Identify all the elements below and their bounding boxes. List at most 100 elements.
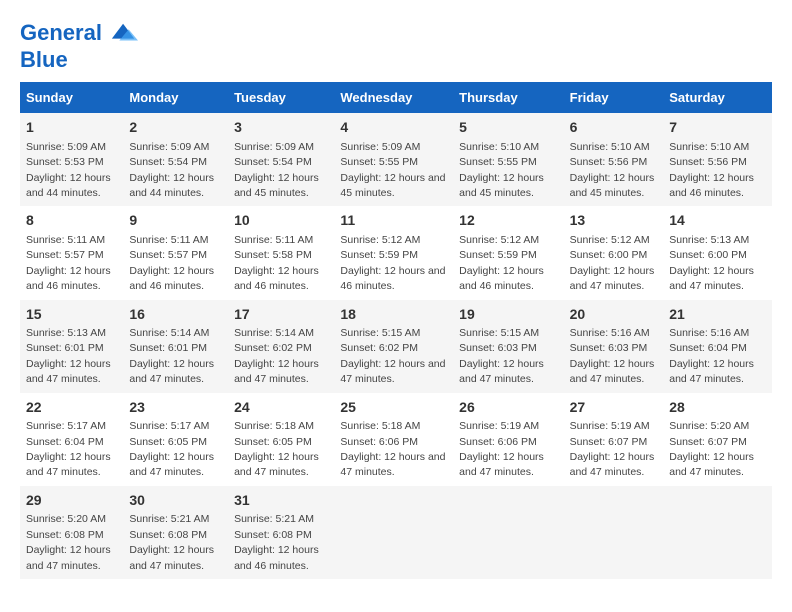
sunrise: Sunrise: 5:16 AM xyxy=(669,327,749,339)
sunset: Sunset: 6:04 PM xyxy=(26,436,104,448)
sunset: Sunset: 6:03 PM xyxy=(570,342,648,354)
day-cell: 1Sunrise: 5:09 AMSunset: 5:53 PMDaylight… xyxy=(20,113,123,206)
day-cell: 9Sunrise: 5:11 AMSunset: 5:57 PMDaylight… xyxy=(123,206,228,299)
week-row-1: 1Sunrise: 5:09 AMSunset: 5:53 PMDaylight… xyxy=(20,113,772,206)
day-cell: 4 Sunrise: 5:09 AM Sunset: 5:55 PM Daylight… xyxy=(334,113,453,206)
daylight: Daylight: 12 hours and 47 minutes. xyxy=(234,451,319,478)
day-cell xyxy=(663,486,772,579)
sunrise: Sunrise: 5:15 AM xyxy=(459,327,539,339)
sunrise: Sunrise: 5:10 AM xyxy=(570,141,650,153)
sunrise: Sunrise: 5:09 AM xyxy=(26,141,106,153)
sunset: Sunset: 6:01 PM xyxy=(129,342,207,354)
sunrise: Sunrise: 5:21 AM xyxy=(129,513,209,525)
day-cell: 7Sunrise: 5:10 AMSunset: 5:56 PMDaylight… xyxy=(663,113,772,206)
day-number: 8 xyxy=(26,211,117,231)
daylight: Daylight: 12 hours and 47 minutes. xyxy=(340,451,445,478)
daylight: Daylight: 12 hours and 45 minutes. xyxy=(340,172,445,199)
sunset: Sunset: 6:01 PM xyxy=(26,342,104,354)
sunset: Sunset: 5:56 PM xyxy=(669,156,747,168)
day-number: 17 xyxy=(234,305,328,325)
day-number: 6 xyxy=(570,118,658,138)
sunrise: Sunrise: 5:18 AM xyxy=(340,420,420,432)
sunset: Sunset: 5:59 PM xyxy=(459,249,537,261)
week-row-5: 29Sunrise: 5:20 AMSunset: 6:08 PMDayligh… xyxy=(20,486,772,579)
daylight: Daylight: 12 hours and 47 minutes. xyxy=(234,358,319,385)
day-cell: 31Sunrise: 5:21 AMSunset: 6:08 PMDayligh… xyxy=(228,486,334,579)
sunset: Sunset: 6:08 PM xyxy=(234,529,312,541)
sunset: Sunset: 6:05 PM xyxy=(234,436,312,448)
sunset: Sunset: 6:04 PM xyxy=(669,342,747,354)
day-number: 7 xyxy=(669,118,766,138)
sunrise: Sunrise: 5:20 AM xyxy=(669,420,749,432)
sunrise: Sunrise: 5:10 AM xyxy=(669,141,749,153)
day-cell: 23Sunrise: 5:17 AMSunset: 6:05 PMDayligh… xyxy=(123,393,228,486)
sunrise: Sunrise: 5:09 AM xyxy=(129,141,209,153)
sunrise: Sunrise: 5:12 AM xyxy=(340,234,420,246)
sunset: Sunset: 5:57 PM xyxy=(26,249,104,261)
sunset: Sunset: 5:54 PM xyxy=(129,156,207,168)
daylight: Daylight: 12 hours and 47 minutes. xyxy=(669,265,754,292)
day-cell xyxy=(453,486,563,579)
day-number: 12 xyxy=(459,211,557,231)
day-cell: 8Sunrise: 5:11 AMSunset: 5:57 PMDaylight… xyxy=(20,206,123,299)
logo-text-blue: Blue xyxy=(20,48,138,72)
sunrise: Sunrise: 5:19 AM xyxy=(570,420,650,432)
logo-text: General xyxy=(20,20,138,48)
day-cell: 19Sunrise: 5:15 AMSunset: 6:03 PMDayligh… xyxy=(453,300,563,393)
header-friday: Friday xyxy=(564,82,664,113)
day-number: 4 xyxy=(340,118,447,138)
day-number: 15 xyxy=(26,305,117,325)
sunset: Sunset: 6:07 PM xyxy=(669,436,747,448)
day-number: 22 xyxy=(26,398,117,418)
daylight: Daylight: 12 hours and 47 minutes. xyxy=(669,358,754,385)
sunrise: Sunrise: 5:19 AM xyxy=(459,420,539,432)
header-saturday: Saturday xyxy=(663,82,772,113)
sunset: Sunset: 6:08 PM xyxy=(26,529,104,541)
sunset: Sunset: 5:53 PM xyxy=(26,156,104,168)
day-number: 3 xyxy=(234,118,328,138)
day-cell: 20Sunrise: 5:16 AMSunset: 6:03 PMDayligh… xyxy=(564,300,664,393)
day-cell: 24Sunrise: 5:18 AMSunset: 6:05 PMDayligh… xyxy=(228,393,334,486)
day-cell: 13Sunrise: 5:12 AMSunset: 6:00 PMDayligh… xyxy=(564,206,664,299)
day-number: 30 xyxy=(129,491,222,511)
daylight: Daylight: 12 hours and 47 minutes. xyxy=(26,544,111,571)
daylight: Daylight: 12 hours and 46 minutes. xyxy=(26,265,111,292)
sunrise: Sunrise: 5:15 AM xyxy=(340,327,420,339)
sunrise: Sunrise: 5:12 AM xyxy=(570,234,650,246)
week-row-2: 8Sunrise: 5:11 AMSunset: 5:57 PMDaylight… xyxy=(20,206,772,299)
logo: General Blue xyxy=(20,20,138,72)
day-number: 31 xyxy=(234,491,328,511)
day-cell xyxy=(334,486,453,579)
day-cell: 29Sunrise: 5:20 AMSunset: 6:08 PMDayligh… xyxy=(20,486,123,579)
sunset: Sunset: 6:02 PM xyxy=(234,342,312,354)
day-cell: 30Sunrise: 5:21 AMSunset: 6:08 PMDayligh… xyxy=(123,486,228,579)
daylight: Daylight: 12 hours and 47 minutes. xyxy=(340,358,445,385)
day-cell: 3Sunrise: 5:09 AMSunset: 5:54 PMDaylight… xyxy=(228,113,334,206)
logo-icon xyxy=(110,20,138,48)
calendar-table: SundayMondayTuesdayWednesdayThursdayFrid… xyxy=(20,82,772,579)
day-number: 18 xyxy=(340,305,447,325)
sunrise: Sunrise: 5:09 AM xyxy=(234,141,314,153)
sunset: Sunset: 6:02 PM xyxy=(340,342,418,354)
day-number: 9 xyxy=(129,211,222,231)
daylight: Daylight: 12 hours and 46 minutes. xyxy=(234,544,319,571)
daylight: Daylight: 12 hours and 47 minutes. xyxy=(129,358,214,385)
sunrise: Sunrise: 5:10 AM xyxy=(459,141,539,153)
day-cell: 15Sunrise: 5:13 AMSunset: 6:01 PMDayligh… xyxy=(20,300,123,393)
day-number: 23 xyxy=(129,398,222,418)
day-number: 11 xyxy=(340,211,447,231)
sunset: Sunset: 5:55 PM xyxy=(340,156,418,168)
day-number: 2 xyxy=(129,118,222,138)
sunset: Sunset: 5:58 PM xyxy=(234,249,312,261)
sunset: Sunset: 6:03 PM xyxy=(459,342,537,354)
day-cell: 21Sunrise: 5:16 AMSunset: 6:04 PMDayligh… xyxy=(663,300,772,393)
day-cell: 25Sunrise: 5:18 AMSunset: 6:06 PMDayligh… xyxy=(334,393,453,486)
day-cell: 12Sunrise: 5:12 AMSunset: 5:59 PMDayligh… xyxy=(453,206,563,299)
page-header: General Blue xyxy=(20,20,772,72)
daylight: Daylight: 12 hours and 47 minutes. xyxy=(459,451,544,478)
sunrise: Sunrise: 5:20 AM xyxy=(26,513,106,525)
sunrise: Sunrise: 5:13 AM xyxy=(26,327,106,339)
sunrise: Sunrise: 5:09 AM xyxy=(340,141,420,153)
sunrise: Sunrise: 5:13 AM xyxy=(669,234,749,246)
sunrise: Sunrise: 5:17 AM xyxy=(129,420,209,432)
